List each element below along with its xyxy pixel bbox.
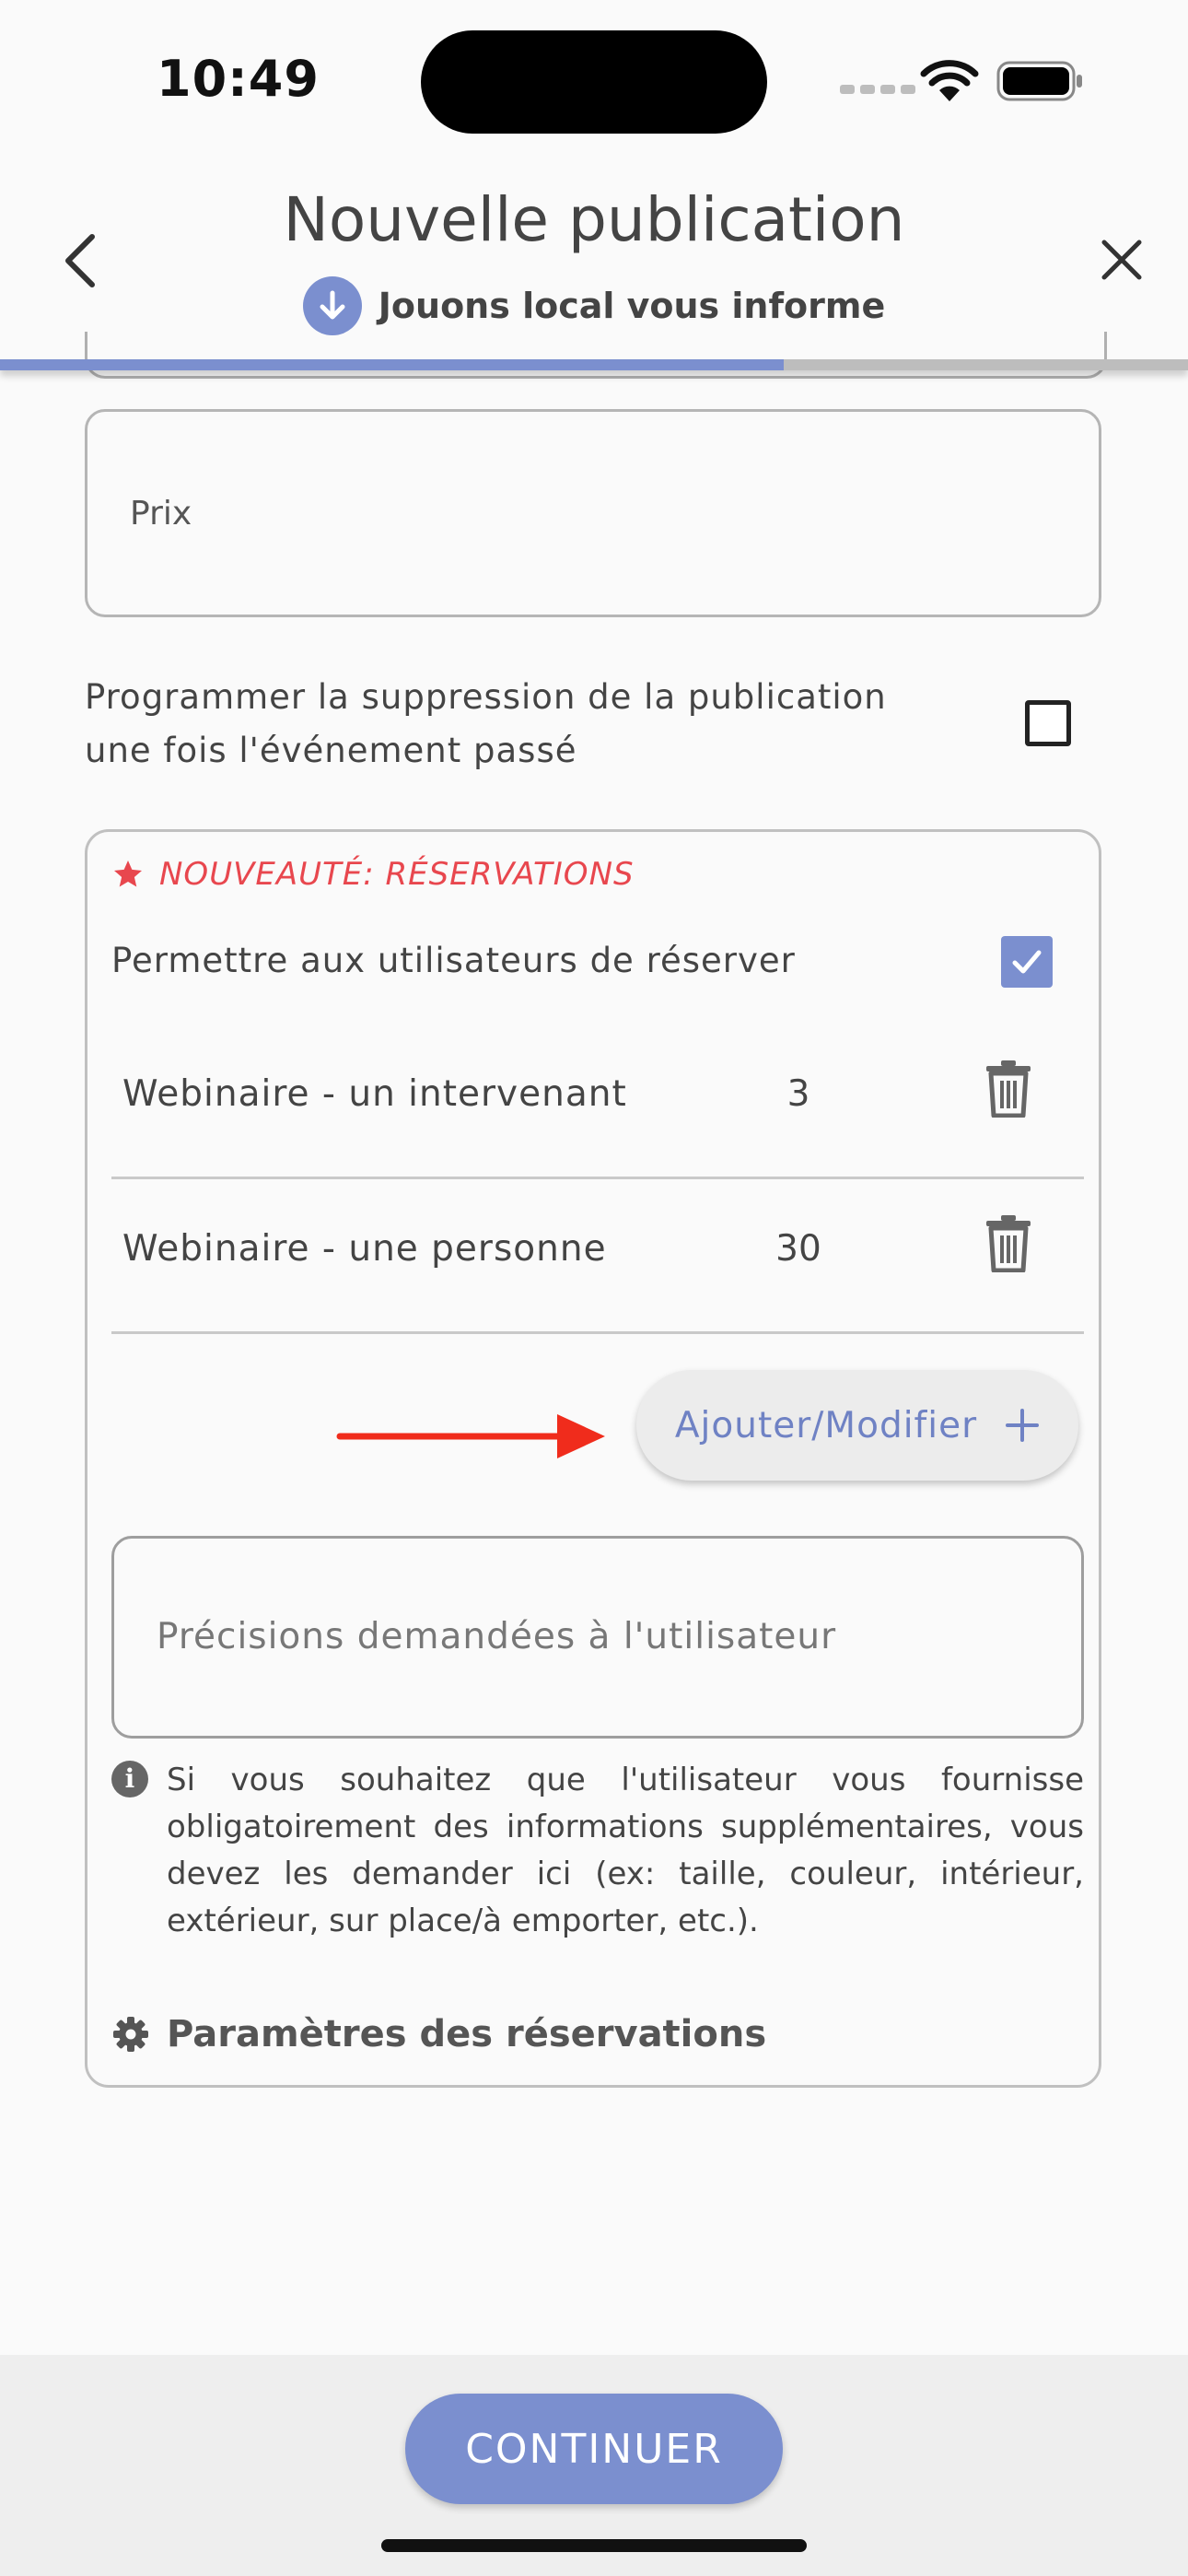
reservation-settings-label: Paramètres des réservations: [167, 2013, 767, 2055]
download-icon: [302, 276, 362, 335]
cellular-signal-icon: [840, 85, 915, 94]
continue-label: CONTINUER: [465, 2425, 723, 2473]
schedule-delete-label: Programmer la suppression de la publicat…: [85, 677, 887, 770]
publisher-name: Jouons local vous informe: [378, 286, 886, 326]
reservation-item-count: 3: [786, 1073, 810, 1115]
schedule-delete-checkbox[interactable]: [1025, 700, 1071, 746]
reservations-card: NOUVEAUTÉ: RÉSERVATIONS Permettre aux ut…: [85, 829, 1101, 2088]
reservation-item-count: 30: [775, 1228, 821, 1270]
trash-icon[interactable]: [983, 1060, 1034, 1118]
new-feature-badge: NOUVEAUTÉ: RÉSERVATIONS: [111, 856, 635, 893]
page-title: Nouvelle publication: [283, 184, 905, 255]
add-modify-button[interactable]: Ajouter/Modifier: [636, 1370, 1078, 1481]
continue-button[interactable]: CONTINUER: [405, 2394, 783, 2504]
price-field[interactable]: Prix: [85, 409, 1101, 617]
reservation-item-label: Webinaire - une personne: [122, 1228, 607, 1270]
reservation-settings-link[interactable]: Paramètres des réservations: [111, 2013, 766, 2055]
close-icon: [1101, 240, 1142, 280]
allow-reservations-checkbox[interactable]: [1001, 936, 1053, 988]
progress-fill: [0, 359, 785, 370]
star-icon: [114, 861, 142, 887]
new-feature-text: NOUVEAUTÉ: RÉSERVATIONS: [159, 856, 635, 893]
wifi-icon: [920, 60, 979, 101]
trash-icon[interactable]: [983, 1215, 1034, 1272]
add-modify-label: Ajouter/Modifier: [674, 1404, 978, 1446]
subtitle-row: Jouons local vous informe: [0, 276, 1188, 335]
home-indicator: [381, 2539, 807, 2552]
details-input[interactable]: Précisions demandées à l'utilisateur: [111, 1536, 1084, 1739]
price-label: Prix: [130, 495, 192, 533]
info-text: Si vous souhaitez que l'utilisateur vous…: [167, 1762, 1084, 1939]
red-arrow-annotation: [336, 1414, 605, 1458]
reservation-item: Webinaire - une personne 30: [111, 1178, 1084, 1334]
dynamic-island: [421, 30, 767, 134]
status-time: 10:49: [157, 50, 320, 108]
bottom-bar: CONTINUER: [0, 2355, 1188, 2576]
previous-field-edge: [85, 332, 1107, 379]
close-button[interactable]: [1094, 232, 1149, 287]
plus-icon: [1006, 1409, 1040, 1442]
reservation-item-label: Webinaire - un intervenant: [122, 1073, 627, 1115]
details-placeholder: Précisions demandées à l'utilisateur: [157, 1616, 837, 1657]
gear-icon: [113, 2017, 148, 2052]
check-icon: [1012, 950, 1042, 974]
progress-bar: [0, 359, 1188, 370]
reservation-item: Webinaire - un intervenant 3: [111, 1024, 1084, 1179]
header: 10:49 Nouvelle publication Jouons local …: [0, 0, 1188, 379]
allow-reservations-label: Permettre aux utilisateurs de réserver: [111, 941, 796, 980]
info-icon: i: [111, 1761, 148, 1797]
battery-icon: [996, 61, 1082, 101]
